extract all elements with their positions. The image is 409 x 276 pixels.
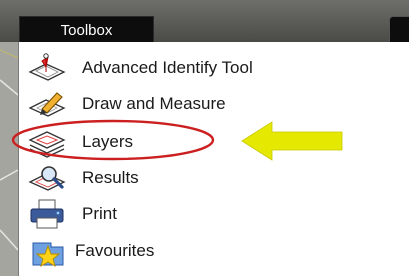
menu-item-results[interactable]: Results [19,160,379,196]
menu-item-label: Results [82,168,139,187]
menu-item-draw-and-measure[interactable]: Draw and Measure [19,86,379,122]
menu-item-label: Draw and Measure [82,94,226,113]
printer-icon [30,199,64,229]
identify-icon [28,53,66,81]
screenshot-stage: Toolbox Advanced Identify Tool Draw and … [0,0,409,276]
menu-item-label: Favourites [75,241,155,260]
corner-button[interactable] [389,16,409,43]
highlight-ellipse [11,119,215,161]
menu-item-label: Advanced Identify Tool [82,58,253,77]
menu-item-label: Print [82,204,117,223]
toolbox-button[interactable]: Toolbox [19,16,154,43]
menu-item-favourites[interactable]: Favourites [19,233,379,269]
results-icon [28,166,66,191]
pointer-arrow [241,121,343,161]
star-favourites-icon [32,242,64,267]
menu-item-advanced-identify[interactable]: Advanced Identify Tool [19,50,379,86]
draw-measure-icon [28,92,66,117]
menu-item-print[interactable]: Print [19,196,379,232]
